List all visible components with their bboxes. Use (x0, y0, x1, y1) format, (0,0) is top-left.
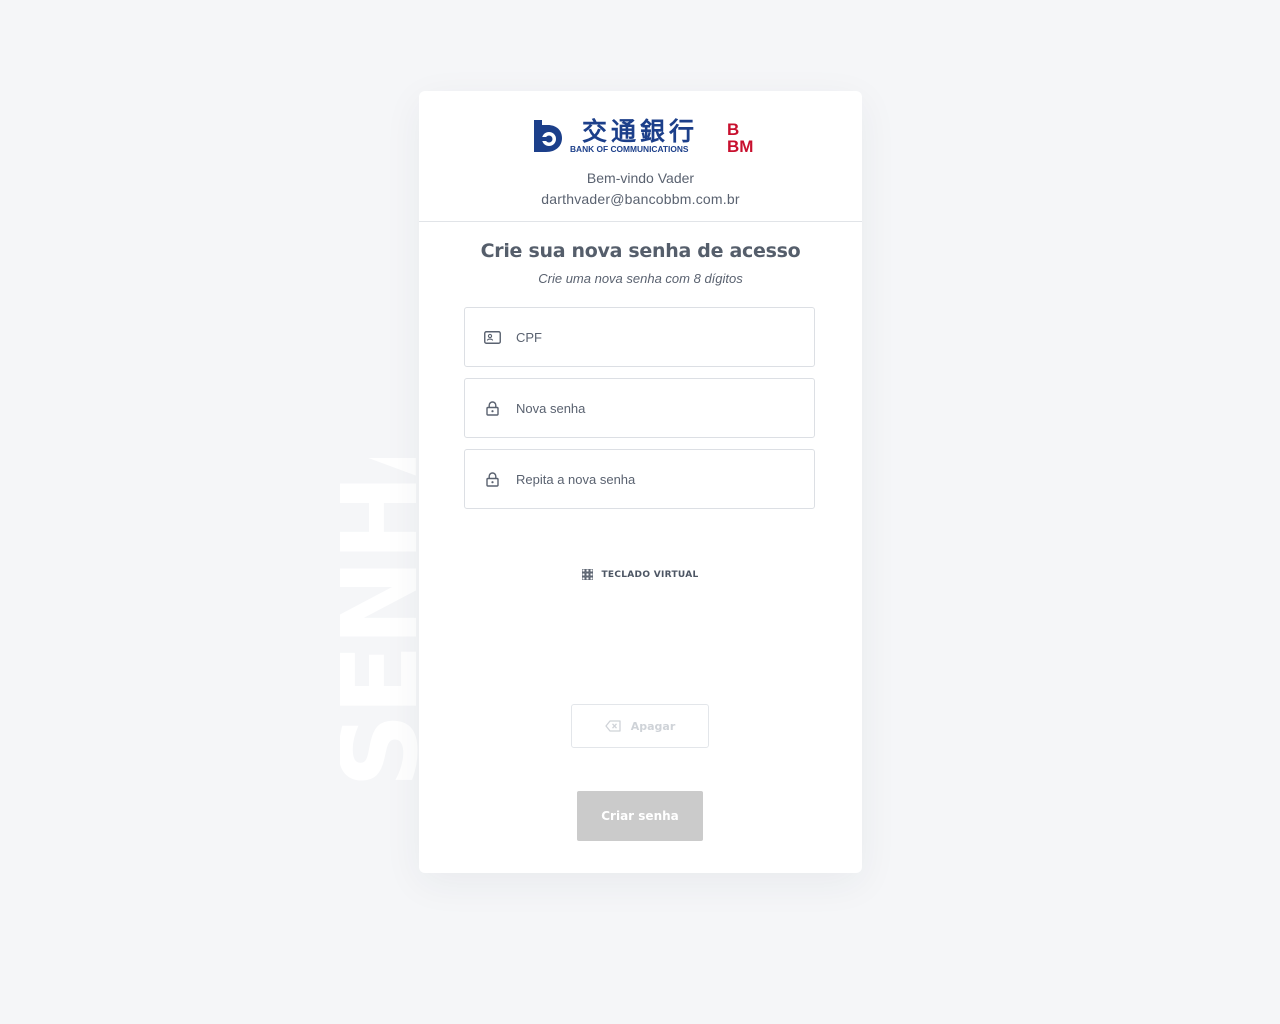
id-card-icon (483, 328, 501, 346)
bank-logo: 交通銀行 BANK OF COMMUNICATIONS B BM (534, 117, 753, 156)
logo-chinese-text: 交通銀行 (582, 117, 698, 146)
bank-emblem-icon (534, 120, 562, 152)
lock-icon (483, 470, 501, 488)
erase-button[interactable]: Apagar (571, 704, 709, 748)
keypad-icon (582, 569, 594, 580)
backspace-icon (605, 720, 621, 732)
logo-english-text: BANK OF COMMUNICATIONS (570, 144, 689, 154)
cpf-field[interactable]: CPF (464, 307, 815, 367)
create-password-button[interactable]: Criar senha (577, 791, 703, 841)
watermark: SENHA (340, 458, 420, 788)
password-card: 交通銀行 BANK OF COMMUNICATIONS B BM Bem-vin… (419, 91, 862, 873)
new-password-label: Nova senha (516, 400, 586, 416)
logo-bbm-bottom: BM (727, 137, 753, 156)
erase-label: Apagar (630, 719, 676, 733)
virtual-keyboard-label: TECLADO VIRTUAL (601, 569, 699, 580)
welcome-text: Bem-vindo Vader (586, 170, 695, 186)
repeat-password-field[interactable]: Repita a nova senha (464, 449, 815, 509)
page: SENHA 交通銀行 BANK OF COMMUNICATIONS B BM B… (0, 0, 1280, 1024)
card-header: 交通銀行 BANK OF COMMUNICATIONS B BM Bem-vin… (419, 91, 862, 222)
watermark-text: SENHA (340, 458, 420, 788)
repeat-password-label: Repita a nova senha (516, 471, 636, 487)
virtual-keyboard-button[interactable]: TECLADO VIRTUAL (419, 569, 862, 580)
create-password-label: Criar senha (601, 809, 679, 823)
lock-icon (483, 399, 501, 417)
user-email: darthvader@bancobbm.com.br (541, 191, 740, 207)
cpf-label: CPF (516, 329, 542, 345)
page-title: Crie sua nova senha de acesso (480, 240, 801, 262)
new-password-field[interactable]: Nova senha (464, 378, 815, 438)
page-subtitle: Crie uma nova senha com 8 dígitos (538, 271, 743, 286)
